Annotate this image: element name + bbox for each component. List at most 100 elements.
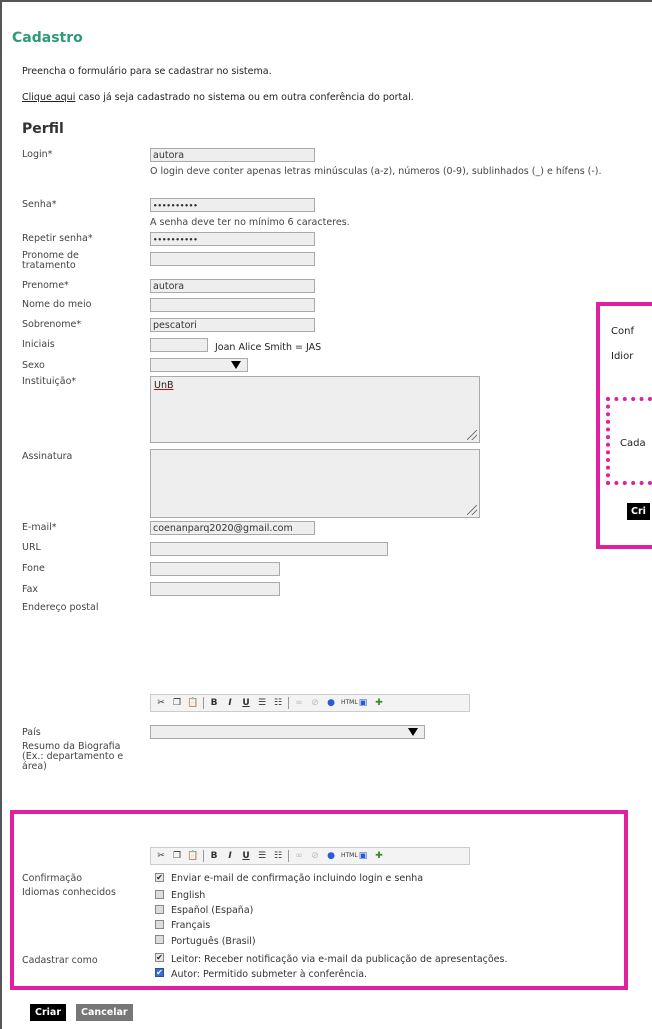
fax-label: Fax [22, 584, 39, 595]
reader-option: Leitor: Receber notificação via e-mail d… [171, 954, 508, 965]
language-checkbox-espanol[interactable] [155, 905, 164, 914]
already-registered-text: caso já seja cadastrado no sistema ou em… [75, 92, 414, 103]
editor-toolbar: ✂ ❐ 📋 B I U ☰ ☷ ∞ ⊘ ● HTML ▣ ✚ [150, 847, 470, 865]
institution-textarea[interactable]: UnB [150, 376, 480, 443]
section-heading-profile: Perfil [22, 121, 64, 137]
confirmation-option: Enviar e-mail de confirmação incluindo l… [171, 873, 424, 884]
plugin-icon[interactable]: ✚ [373, 850, 385, 862]
language-checkbox-english[interactable] [155, 890, 164, 899]
bold-icon[interactable]: B [208, 850, 220, 862]
institution-label: Instituição* [22, 376, 77, 387]
numbered-list-icon[interactable]: ☷ [272, 850, 284, 862]
language-label-english: English [171, 890, 206, 901]
image-icon[interactable]: ▣ [357, 850, 369, 862]
copy-icon[interactable]: ❐ [171, 697, 183, 709]
unlink-icon[interactable]: ⊘ [309, 850, 321, 862]
paste-icon[interactable]: 📋 [187, 697, 199, 709]
zoom-create-button[interactable]: Cri [627, 503, 650, 520]
initials-label: Iniciais [22, 339, 55, 350]
link-icon[interactable]: ∞ [293, 697, 305, 709]
chevron-down-icon [231, 361, 241, 369]
institution-value: UnB [154, 380, 174, 391]
firstname-input[interactable]: autora [150, 279, 315, 293]
numbered-list-icon[interactable]: ☷ [272, 697, 284, 709]
italic-icon[interactable]: I [224, 697, 236, 709]
languages-label: Idiomas conhecidos [22, 887, 116, 898]
toolbar-divider [203, 850, 204, 862]
pronoun-input[interactable] [150, 252, 315, 266]
email-input[interactable]: coenanparq2020@gmail.com [150, 521, 315, 535]
password-help: A senha deve ter no mínimo 6 caracteres. [150, 217, 350, 228]
language-label-espanol: Español (España) [171, 905, 254, 916]
address-label: Endereço postal [22, 602, 99, 613]
create-button[interactable]: Criar [30, 1004, 67, 1021]
image-icon[interactable]: ▣ [357, 697, 369, 709]
confirmation-checkbox[interactable]: ✔ [155, 873, 164, 882]
email-label: E-mail* [22, 522, 57, 533]
zoom-callout-line3: Cada [620, 438, 646, 449]
copy-icon[interactable]: ❐ [171, 850, 183, 862]
initials-example: Joan Alice Smith = JAS [215, 342, 322, 353]
underline-icon[interactable]: U [240, 697, 252, 709]
paste-icon[interactable]: 📋 [187, 850, 199, 862]
login-input[interactable]: autora [150, 148, 315, 162]
editor-toolbar: ✂ ❐ 📋 B I U ☰ ☷ ∞ ⊘ ● HTML ▣ ✚ [150, 694, 470, 712]
link-icon[interactable]: ∞ [293, 850, 305, 862]
country-select[interactable] [150, 725, 425, 739]
initials-input[interactable] [150, 338, 208, 352]
reader-checkbox[interactable]: ✔ [155, 953, 164, 962]
login-label: Login* [22, 149, 53, 160]
lastname-label: Sobrenome* [22, 319, 82, 330]
bold-icon[interactable]: B [208, 697, 220, 709]
phone-input[interactable] [150, 562, 280, 576]
firstname-label: Prenome* [22, 280, 69, 291]
lastname-input[interactable]: pescatori [150, 318, 315, 332]
confirmation-label: Confirmação [22, 873, 83, 884]
intro-text: Preencha o formulário para se cadastrar … [22, 66, 272, 77]
cancel-button[interactable]: Cancelar [76, 1004, 133, 1021]
page-title: Cadastro [12, 30, 83, 46]
password-input[interactable]: •••••••••• [150, 198, 315, 212]
sex-label: Sexo [22, 360, 45, 371]
toolbar-divider [288, 850, 289, 862]
url-input[interactable] [150, 542, 388, 556]
middlename-input[interactable] [150, 298, 315, 312]
italic-icon[interactable]: I [224, 850, 236, 862]
zoom-callout-line2: Idior [611, 351, 634, 362]
chevron-down-icon [408, 728, 418, 736]
signature-textarea[interactable] [150, 449, 480, 518]
already-registered: Clique aqui caso já seja cadastrado no s… [22, 92, 414, 103]
url-label: URL [22, 542, 41, 553]
fax-input[interactable] [150, 582, 280, 596]
html-icon[interactable]: HTML [341, 697, 358, 709]
register-as-label: Cadastrar como [22, 955, 98, 966]
already-registered-link[interactable]: Clique aqui [22, 92, 75, 103]
repeat-password-input[interactable]: •••••••••• [150, 232, 315, 246]
html-icon[interactable]: HTML [341, 850, 358, 862]
plugin-icon[interactable]: ✚ [373, 697, 385, 709]
anchor-icon[interactable]: ● [325, 697, 337, 709]
toolbar-divider [288, 697, 289, 709]
repeat-password-label: Repetir senha* [22, 233, 93, 244]
phone-label: Fone [22, 563, 45, 574]
language-label-francais: Français [171, 920, 211, 931]
language-checkbox-francais[interactable] [155, 920, 164, 929]
cut-icon[interactable]: ✂ [155, 697, 167, 709]
bullet-list-icon[interactable]: ☰ [256, 697, 268, 709]
resize-grip-icon[interactable] [467, 505, 477, 515]
language-checkbox-portugues[interactable] [155, 935, 164, 944]
cut-icon[interactable]: ✂ [155, 850, 167, 862]
bullet-list-icon[interactable]: ☰ [256, 850, 268, 862]
zoom-callout-line1: Conf [611, 326, 634, 337]
middlename-label: Nome do meio [22, 299, 92, 310]
language-label-portugues: Português (Brasil) [171, 936, 256, 947]
anchor-icon[interactable]: ● [325, 850, 337, 862]
toolbar-divider [203, 697, 204, 709]
author-checkbox[interactable]: ✔ [155, 968, 164, 977]
unlink-icon[interactable]: ⊘ [309, 697, 321, 709]
underline-icon[interactable]: U [240, 850, 252, 862]
sex-select[interactable] [150, 358, 248, 372]
author-option: Autor: Permitido submeter à conferência. [171, 969, 368, 980]
resize-grip-icon[interactable] [467, 430, 477, 440]
bio-label: Resumo da Biografia (Ex.: departamento e… [22, 741, 124, 772]
